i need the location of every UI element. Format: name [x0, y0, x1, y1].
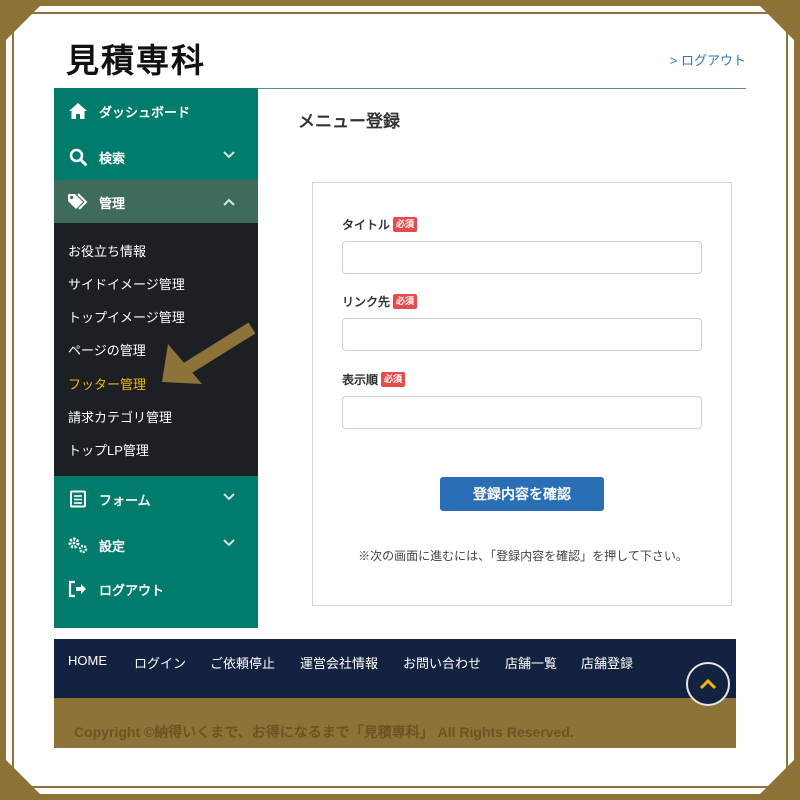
chevron-down-icon — [222, 536, 236, 553]
footer-link-home[interactable]: HOME — [68, 653, 107, 668]
sidebar-item-label: 検索 — [99, 150, 126, 166]
search-icon — [67, 146, 89, 168]
field-label-text: 表示順 — [342, 373, 379, 387]
chevron-down-icon — [222, 148, 236, 165]
frame-corner-top-left — [0, 0, 46, 46]
sidebar-item-settings[interactable]: 設定 — [54, 522, 258, 568]
header-logout-link[interactable]: > ログアウト — [670, 50, 746, 69]
submenu-item-billing-category[interactable]: 請求カテゴリ管理 — [68, 407, 172, 426]
sign-out-icon — [67, 578, 89, 600]
required-badge: 必須 — [393, 294, 418, 309]
gears-icon — [67, 534, 89, 556]
sidebar-item-label: ログアウト — [99, 582, 165, 598]
frame-bottom-border — [0, 794, 800, 800]
home-icon — [67, 100, 89, 122]
order-field-label: 表示順 必須 — [342, 371, 406, 388]
sidebar-item-dashboard[interactable]: ダッシュボード — [54, 88, 258, 134]
copyright-text: Copyright ©納得いくまで、お得になるまで「見積専科」 All Righ… — [74, 724, 574, 740]
sidebar-item-logout[interactable]: ログアウト — [54, 566, 258, 612]
confirm-registration-button[interactable]: 登録内容を確認 — [440, 477, 604, 511]
frame-corner-bottom-left — [0, 754, 46, 800]
chevron-down-icon — [222, 490, 236, 507]
frame-right-border — [794, 0, 800, 800]
link-field-label: リンク先 必須 — [342, 293, 418, 310]
copyright-bar: Copyright ©納得いくまで、お得になるまで「見積専科」 All Righ… — [54, 698, 736, 748]
submenu-item-side-image[interactable]: サイドイメージ管理 — [68, 274, 185, 293]
sidebar-item-label: 設定 — [99, 538, 126, 554]
footer-link-store-list[interactable]: 店舗一覧 — [505, 653, 557, 672]
chevron-up-icon — [699, 678, 717, 690]
footer-link-contact[interactable]: お問い合わせ — [403, 653, 481, 672]
instruction-note: ※次の画面に進むには、「登録内容を確認」を押して下さい。 — [358, 549, 688, 563]
scroll-to-top-button[interactable] — [686, 662, 730, 706]
form-icon — [67, 488, 89, 510]
menu-registration-form: タイトル 必須 リンク先 必須 表示順 必須 登録内容を確認 ※次の画面に進むに… — [312, 182, 732, 606]
footer-link-login[interactable]: ログイン — [134, 653, 186, 672]
site-logo[interactable]: 見積専科 — [66, 34, 206, 82]
sidebar-item-form[interactable]: フォーム — [54, 476, 258, 522]
footer-link-stop-request[interactable]: ご依頼停止 — [210, 653, 275, 672]
footer-link-company-info[interactable]: 運営会社情報 — [300, 653, 378, 672]
submenu-item-top-lp[interactable]: トップLP管理 — [68, 440, 149, 459]
required-badge: 必須 — [381, 372, 406, 387]
title-field-label: タイトル 必須 — [342, 216, 418, 233]
page-title: メニュー登録 — [298, 112, 400, 131]
sidebar-item-management[interactable]: 管理 — [54, 180, 258, 224]
submenu-item-useful-info[interactable]: お役立ち情報 — [68, 241, 146, 260]
frame-corner-bottom-right — [754, 754, 800, 800]
chevron-up-icon — [222, 195, 236, 212]
header-divider — [258, 88, 746, 89]
display-order-input[interactable] — [342, 396, 702, 429]
submenu-item-page-management[interactable]: ページの管理 — [68, 340, 146, 359]
link-input[interactable] — [342, 318, 702, 351]
field-label-text: リンク先 — [342, 295, 391, 309]
required-badge: 必須 — [393, 217, 418, 232]
frame-left-border — [0, 0, 6, 800]
sidebar-item-label: ダッシュボード — [99, 104, 191, 120]
sidebar-item-search[interactable]: 検索 — [54, 134, 258, 180]
tags-icon — [67, 191, 89, 213]
sidebar-item-label: フォーム — [99, 492, 151, 508]
frame-top-border — [0, 0, 800, 6]
frame-corner-top-right — [754, 0, 800, 46]
submenu-item-footer-management[interactable]: フッター管理 — [68, 374, 146, 393]
field-label-text: タイトル — [342, 218, 391, 232]
sidebar-item-label: 管理 — [99, 195, 126, 211]
footer-nav: HOME ログイン ご依頼停止 運営会社情報 お問い合わせ 店舗一覧 店舗登録 — [54, 639, 736, 698]
footer-link-store-register[interactable]: 店舗登録 — [581, 653, 633, 672]
annotation-arrow-icon — [162, 322, 256, 384]
title-input[interactable] — [342, 241, 702, 274]
